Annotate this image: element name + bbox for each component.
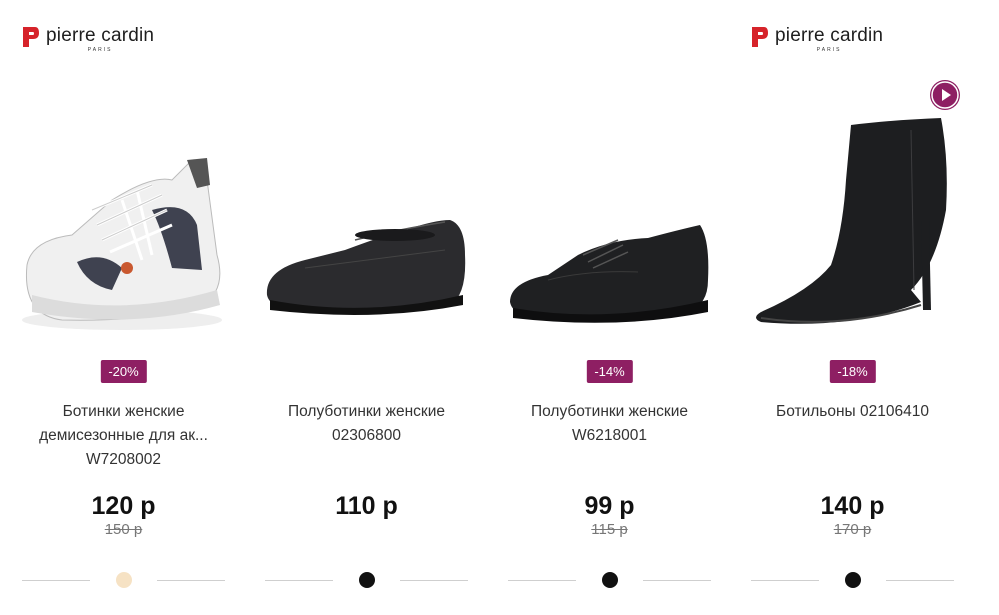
product-price: 99 р (584, 492, 635, 520)
old-price: 170 р (833, 521, 872, 538)
color-selector (508, 570, 711, 590)
color-selector (751, 570, 954, 590)
product-card[interactable]: Полуботинки женские 02306800 110 р (245, 90, 488, 610)
product-card[interactable]: -14% Полуботинки женские W6218001 99 р 1… (488, 90, 731, 610)
brand-name: pierre cardin (775, 25, 884, 46)
product-price: 110 р (335, 492, 398, 520)
product-title[interactable]: Полуботинки женские 02306800 (265, 400, 468, 448)
color-swatch[interactable] (601, 572, 618, 588)
derby-shoe-image[interactable] (488, 90, 731, 350)
product-title[interactable]: Ботинки женские демисезонные для ак... W… (22, 400, 225, 472)
brand-sub: PARIS (87, 47, 113, 53)
color-selector (265, 570, 468, 590)
color-swatch[interactable] (115, 572, 132, 588)
brand-name: pierre cardin (46, 25, 155, 46)
product-title[interactable]: Ботильоны 02106410 (751, 400, 954, 424)
old-price: 150 р (104, 521, 143, 538)
brand-sub: PARIS (816, 47, 842, 53)
discount-badge: -18% (829, 360, 876, 383)
product-card[interactable]: -20% Ботинки женские демисезонные для ак… (2, 90, 245, 610)
product-price: 120 р (91, 492, 156, 520)
product-price: 140 р (820, 492, 885, 520)
sneaker-image[interactable] (2, 90, 245, 350)
color-selector (22, 570, 225, 590)
product-title[interactable]: Полуботинки женские W6218001 (508, 400, 711, 448)
brand-logo: pierre cardin PARIS (751, 26, 883, 53)
pierre-cardin-logo-icon (23, 27, 39, 47)
old-price: 115 р (591, 521, 628, 538)
discount-badge: -14% (586, 360, 633, 383)
product-card[interactable]: -18% Ботильоны 02106410 140 р 170 р (731, 90, 974, 610)
discount-badge: -20% (100, 360, 147, 383)
brand-logo: pierre cardin PARIS (22, 26, 154, 53)
pierre-cardin-logo-icon (752, 27, 768, 47)
color-swatch[interactable] (844, 572, 861, 588)
slip-on-shoe-image[interactable] (245, 90, 488, 350)
ankle-boot-image[interactable] (731, 90, 974, 350)
color-swatch[interactable] (358, 572, 375, 588)
